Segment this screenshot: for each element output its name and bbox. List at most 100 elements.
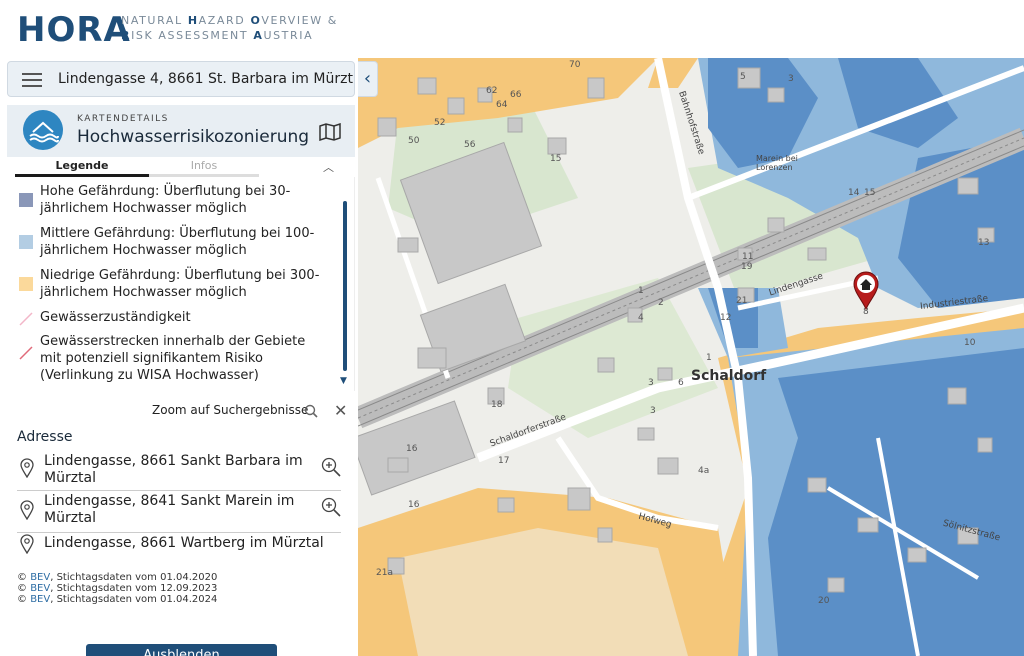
house-number: 70 <box>569 60 581 70</box>
credit-line: © BEV, Stichtagsdaten vom 01.04.2020 <box>17 572 218 583</box>
map-svg <box>358 58 1024 656</box>
hora-logo[interactable]: HORA <box>17 10 131 50</box>
zoom-in-icon[interactable] <box>320 456 342 478</box>
zoom-to-results-label[interactable]: Zoom auf Suchergebnisse <box>152 403 308 417</box>
logo-subtitle-line2: RISK ASSESSMENT AUSTRIA <box>121 29 314 42</box>
house-number: 66 <box>510 90 522 100</box>
legend-text: Gewässerzuständigkeit <box>40 310 191 325</box>
legend-item: Gewässerstrecken innerhalb der Gebiete m… <box>7 333 337 387</box>
map-canvas[interactable]: 70 62 66 64 52 50 56 15 15 1 2 4 12 10 1… <box>358 58 1024 656</box>
bev-link[interactable]: BEV <box>30 583 50 594</box>
legend-text: Hohe Gefährdung: Überflutung bei 30-jähr… <box>40 184 291 216</box>
house-number: 50 <box>408 136 420 146</box>
result-text: Lindengasse, 8661 Wartberg im Mürztal <box>44 535 324 551</box>
zoom-row: Zoom auf Suchergebnisse ✕ <box>0 399 358 421</box>
house-number: 20 <box>818 596 830 606</box>
result-item[interactable]: Lindengasse, 8641 Sankt Marein im Mürzta… <box>17 492 341 533</box>
house-number: 12 <box>720 313 732 323</box>
chevron-up-icon[interactable]: ︿ <box>323 159 334 175</box>
bev-link[interactable]: BEV <box>30 594 50 605</box>
house-number: 3 <box>788 74 794 84</box>
house-number: 16 <box>406 444 418 454</box>
legend-swatch <box>19 277 33 291</box>
legend-item: Hohe Gefährdung: Überflutung bei 30-jähr… <box>7 183 337 219</box>
house-number: 15 <box>864 188 876 198</box>
flood-waves-icon <box>23 110 63 150</box>
bev-link[interactable]: BEV <box>30 572 50 583</box>
house-number: 5 <box>740 72 746 82</box>
house-number: 4 <box>638 313 644 323</box>
house-number: 14 <box>848 188 860 198</box>
house-number: 21a <box>376 568 393 578</box>
house-number: 62 <box>486 86 498 96</box>
legend-swatch <box>19 193 33 207</box>
house-number: 18 <box>491 400 503 410</box>
details-title: Hochwasserrisikozonierung <box>77 127 310 147</box>
location-pin-icon <box>20 458 34 479</box>
location-pin-icon <box>20 500 34 521</box>
house-number: 17 <box>498 456 510 466</box>
house-number: 19 <box>741 262 753 272</box>
legend-item: Gewässerzuständigkeit <box>7 309 337 327</box>
tab-legende[interactable]: Legende <box>15 157 149 177</box>
legend-list: Hohe Gefährdung: Überflutung bei 30-jähr… <box>7 177 355 391</box>
details-kicker: KARTENDETAILS <box>77 114 169 124</box>
place-label-schaldorf: Schaldorf <box>691 368 767 384</box>
side-panel: Lindengasse 4, 8661 St. Barbara im Mürzt… <box>0 58 378 656</box>
credit-text: , Stichtagsdaten vom 01.04.2024 <box>50 594 218 605</box>
legend-text: Niedrige Gefährdung: Überflutung bei 300… <box>40 268 320 300</box>
house-number: 15 <box>550 154 562 164</box>
scroll-down-icon[interactable]: ▼ <box>340 376 347 386</box>
water-responsibility-line-icon <box>19 311 33 326</box>
house-number: 1 <box>706 353 712 363</box>
credit-line: © BEV, Stichtagsdaten vom 12.09.2023 <box>17 583 218 594</box>
legend-text: Gewässerstrecken innerhalb der Gebiete m… <box>40 334 306 383</box>
legend-item: Niedrige Gefährdung: Überflutung bei 300… <box>7 267 337 303</box>
house-number: 2 <box>658 298 664 308</box>
house-number: 10 <box>964 338 976 348</box>
hide-button[interactable]: Ausblenden <box>86 644 277 656</box>
legend-swatch <box>19 235 33 249</box>
map-details-card: KARTENDETAILS Hochwasserrisikozonierung <box>7 105 355 157</box>
zoom-in-icon[interactable] <box>320 496 342 518</box>
collapse-panel-button[interactable]: ‹ <box>358 61 378 97</box>
risk-river-line-icon <box>19 345 33 360</box>
app-header: HORA NATURAL HAZARD OVERVIEW & RISK ASSE… <box>0 0 1024 58</box>
hamburger-menu-icon[interactable] <box>22 73 42 87</box>
close-icon[interactable]: ✕ <box>334 401 347 420</box>
house-number: 16 <box>408 500 420 510</box>
house-number: 64 <box>496 100 508 110</box>
logo-subtitle: NATURAL HAZARD OVERVIEW & RISK ASSESSMEN… <box>121 13 338 43</box>
search-input[interactable]: Lindengasse 4, 8661 St. Barbara im Mürzt <box>58 71 353 87</box>
logo-subtitle-line1: NATURAL HAZARD OVERVIEW & <box>121 14 338 27</box>
result-item[interactable]: Lindengasse, 8661 Wartberg im Mürztal <box>17 534 341 558</box>
house-number: 6 <box>678 378 684 388</box>
house-number: 3 <box>650 406 656 416</box>
house-number: 13 <box>978 238 990 248</box>
search-icon[interactable] <box>304 403 318 418</box>
credit-line: © BEV, Stichtagsdaten vom 01.04.2024 <box>17 594 218 605</box>
result-text: Lindengasse, 8641 Sankt Marein im Mürzta… <box>44 493 295 526</box>
credit-text: , Stichtagsdaten vom 01.04.2020 <box>50 572 218 583</box>
house-number: 11 <box>742 252 754 262</box>
tab-infos[interactable]: Infos <box>149 157 259 177</box>
house-number: 1 <box>638 286 644 296</box>
address-heading: Adresse <box>17 429 73 445</box>
location-marker-icon[interactable] <box>852 270 880 310</box>
search-bar[interactable]: Lindengasse 4, 8661 St. Barbara im Mürzt <box>7 61 355 97</box>
house-number: 3 <box>648 378 654 388</box>
house-number: 56 <box>464 140 476 150</box>
location-pin-icon <box>20 534 34 555</box>
credit-text: , Stichtagsdaten vom 12.09.2023 <box>50 583 218 594</box>
details-tabs: Legende Infos ︿ <box>7 157 355 177</box>
house-number: 4a <box>698 466 710 476</box>
result-text: Lindengasse, 8661 Sankt Barbara im Mürzt… <box>44 453 303 486</box>
marein-label: Marein bei Lorenzen <box>756 154 798 172</box>
house-number: 21 <box>736 296 748 306</box>
legend-item: Mittlere Gefährdung: Überflutung bei 100… <box>7 225 337 261</box>
result-item[interactable]: Lindengasse, 8661 Sankt Barbara im Mürzt… <box>17 450 341 491</box>
legend-scrollbar[interactable] <box>343 201 347 371</box>
legend-text: Mittlere Gefährdung: Überflutung bei 100… <box>40 226 315 258</box>
map-book-icon[interactable] <box>319 122 341 142</box>
data-credits: © BEV, Stichtagsdaten vom 01.04.2020 © B… <box>17 572 217 605</box>
